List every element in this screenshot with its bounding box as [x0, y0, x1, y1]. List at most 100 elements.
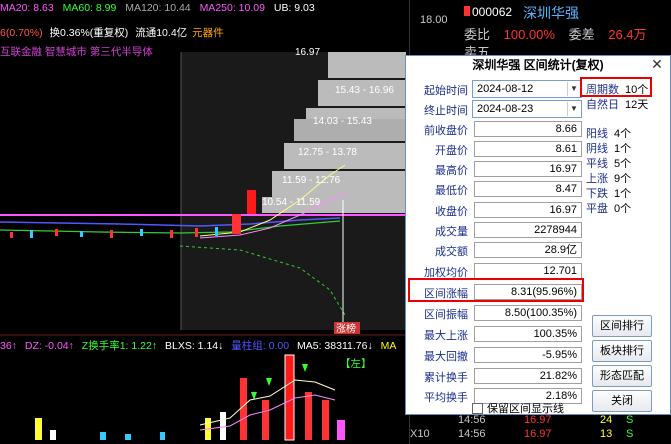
amount-value: 28.9亿 — [474, 242, 582, 258]
field-label: 平均换手 — [424, 392, 468, 404]
keep-interval-label: 保留区间显示线 — [487, 403, 564, 415]
price-range-label-2: 14.03 - 15.43 — [313, 116, 372, 127]
indicator-ma5: MA5: 38311.76↓ — [297, 340, 373, 352]
field-label: 最高价 — [435, 165, 468, 177]
indicator-turnover: Z换手率1: 1.22↑ — [81, 340, 158, 352]
indicator-volume-group: 量柱组: 0.00 — [231, 340, 290, 352]
indicator-blxs: BLXS: 1.14↓ — [165, 340, 224, 352]
total-turnover-value: 21.82% — [474, 368, 582, 384]
concept-tags[interactable]: 互联金融 智慧城市 第三代半导体 — [0, 44, 153, 59]
close-icon[interactable]: ✕ — [650, 57, 664, 72]
price-high-label: 16.97 — [295, 47, 320, 58]
dialog-title[interactable]: 深圳华强 区间统计(复权) — [406, 56, 670, 76]
tick-row: 14:56 16.97 13 S — [454, 428, 671, 442]
rise-days-label: 上涨 — [586, 173, 608, 185]
kline-chart-area[interactable]: 16.97 15.43 - 16.96 14.03 - 15.43 12.75 … — [0, 0, 409, 444]
field-label: 收盘价 — [435, 206, 468, 218]
natural-days: 自然日 12天 — [586, 96, 648, 112]
open-value: 8.61 — [474, 141, 582, 157]
field-label: 最低价 — [435, 185, 468, 197]
checkbox-box[interactable] — [472, 403, 483, 414]
end-date-picker[interactable]: 2024-08-23 ▼ — [472, 100, 582, 118]
ma20-value: MA20: 8.63 — [0, 2, 54, 14]
sector-rank-button[interactable]: 板块排行 — [592, 340, 652, 362]
max-rise-value: 100.35% — [474, 326, 582, 342]
indicator-1: 36↑ — [0, 340, 17, 352]
zhangting-label: 涨榜 — [336, 322, 356, 335]
tick-time: 14:56 — [458, 428, 486, 440]
keep-interval-checkbox[interactable]: 保留区间显示线 — [472, 400, 564, 416]
start-time-label: 起始时间 — [424, 85, 468, 97]
price-range-label-4: 11.59 - 12.76 — [282, 175, 341, 186]
tick-flag: S — [626, 414, 634, 426]
ma-legend-row: MA20: 8.63 MA60: 8.99 MA120: 10.44 MA250… — [0, 2, 321, 16]
turnover-value: 换0.36%(重复权) — [49, 27, 129, 39]
kline-chart-svg: 16.97 15.43 - 16.96 14.03 - 15.43 12.75 … — [0, 47, 409, 441]
pattern-match-button[interactable]: 形态匹配 — [592, 365, 652, 387]
end-time-label: 终止时间 — [424, 105, 468, 117]
field-label: 成交额 — [435, 246, 468, 258]
low-value: 8.47 — [474, 181, 582, 197]
up-candles: 阳线 4个 — [586, 125, 631, 141]
field-label: 最大上涨 — [424, 330, 468, 342]
start-date-picker[interactable]: 2024-08-12 ▼ — [472, 80, 582, 98]
tick-volume: 24 — [600, 414, 613, 426]
fall-days-value: 1个 — [614, 188, 632, 200]
field-label: 开盘价 — [435, 145, 468, 157]
natural-days-label: 自然日 — [586, 99, 619, 111]
x10-label: X10 — [410, 428, 430, 440]
field-label: 区间振幅 — [424, 309, 468, 321]
tick-price: 16.97 — [524, 428, 552, 440]
chevron-down-icon[interactable]: ▼ — [567, 82, 580, 96]
rise-days-value: 9个 — [614, 173, 632, 185]
price-range-label-5: 10.54 - 11.59 — [262, 197, 321, 208]
up-candles-value: 4个 — [614, 128, 632, 140]
price-scale-top: 18.00 — [420, 14, 448, 26]
field-label: 累计换手 — [424, 372, 468, 384]
indicator-ma: MA — [380, 340, 397, 352]
close-button[interactable]: 关闭 — [592, 390, 652, 412]
up-candles-label: 阳线 — [586, 128, 608, 140]
price-range-label-1: 15.43 - 16.96 — [335, 85, 394, 96]
weibi-value: 100.00% — [503, 27, 555, 42]
stock-name[interactable]: 深圳华强 — [523, 3, 579, 23]
end-date-value: 2024-08-23 — [477, 103, 534, 115]
interval-amplitude-value: 8.50(100.35%) — [474, 305, 582, 321]
weicha-label: 委差 — [568, 27, 595, 42]
tick-list: 14:56 16.97 24 S 14:56 16.97 13 S — [454, 414, 671, 442]
flat-days-value: 0个 — [614, 203, 632, 215]
field-label: 最大回撤 — [424, 351, 468, 363]
weighted-avg-value: 12.701 — [474, 263, 582, 279]
interval-rank-button[interactable]: 区间排行 — [592, 315, 652, 337]
price-range-label-3: 12.75 - 13.78 — [298, 147, 357, 158]
high-value: 16.97 — [474, 161, 582, 177]
sector-value[interactable]: 元器件 — [192, 27, 224, 39]
stock-code-badge — [464, 6, 470, 16]
chevron-down-icon[interactable]: ▼ — [567, 102, 580, 116]
tick-row: 14:56 16.97 24 S — [454, 414, 671, 428]
max-drawdown-value: -5.95% — [474, 347, 582, 363]
close-value: 16.97 — [474, 202, 582, 218]
down-candles-label: 阴线 — [586, 143, 608, 155]
volume-arrows — [251, 364, 308, 400]
interval-stats-dialog: 深圳华强 区间统计(复权) ✕ 起始时间 2024-08-12 ▼ 终止时间 2… — [405, 55, 671, 415]
ub-value: UB: 9.03 — [273, 2, 315, 14]
indicator-dz: DZ: -0.04↑ — [24, 340, 74, 352]
rise-days: 上涨 9个 — [586, 170, 631, 186]
float-value: 流通10.4亿 — [135, 27, 188, 39]
period-count-highlight — [580, 77, 652, 97]
fall-days-label: 下跌 — [586, 188, 608, 200]
volume-value: 2278944 — [474, 222, 582, 238]
flat-days-label: 平盘 — [586, 203, 608, 215]
interval-gain-highlight — [408, 278, 584, 302]
ma250-value: MA250: 10.09 — [199, 2, 265, 14]
left-label: 【左】 — [340, 358, 372, 370]
ma120-value: MA120: 10.44 — [125, 2, 191, 14]
ma60-value: MA60: 8.99 — [62, 2, 117, 14]
flat-candles-label: 平线 — [586, 158, 608, 170]
weibi-label: 委比 — [464, 27, 491, 42]
fall-days: 下跌 1个 — [586, 185, 631, 201]
stock-info-row: 6(0.70%) 换0.36%(重复权) 流通10.4亿 元器件 — [0, 25, 224, 40]
field-label: 成交量 — [435, 226, 468, 238]
flat-days: 平盘 0个 — [586, 200, 631, 216]
